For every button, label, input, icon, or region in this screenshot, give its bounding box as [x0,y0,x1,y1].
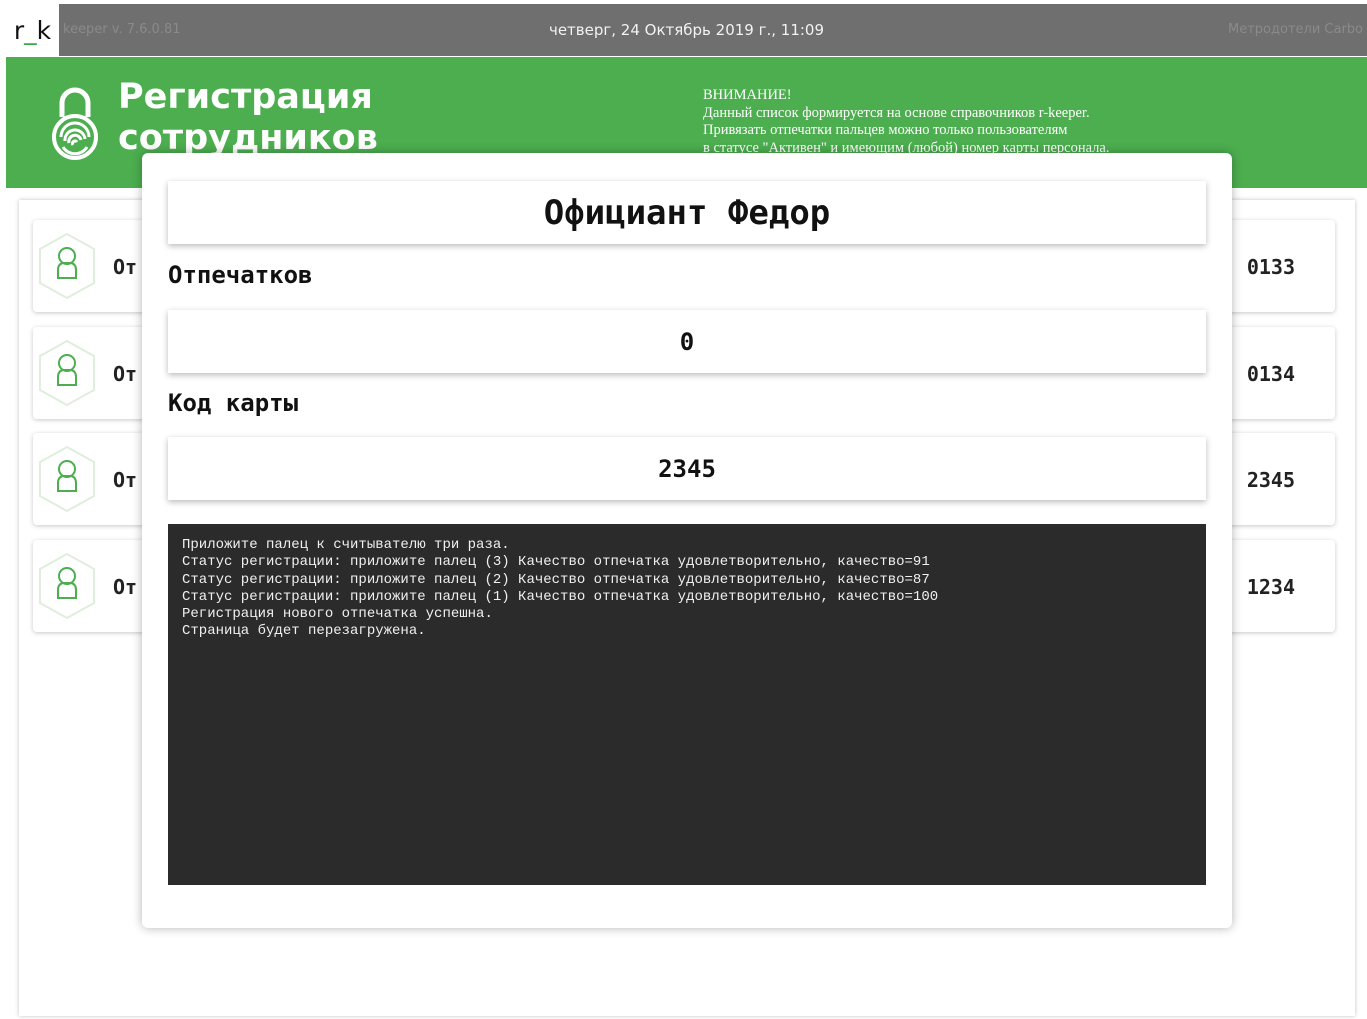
current-datetime: четверг, 24 Октябрь 2019 г., 11:09 [548,21,825,39]
employee-name: От [113,255,138,279]
employee-card-code: 1234 [1246,575,1295,599]
page-title: Регистрация сотрудников [118,77,378,158]
log-line: Страница будет перезагружена. [182,623,426,640]
registration-log-console: Приложите палец к считывателю три раза. … [168,524,1206,885]
employee-name: От [113,468,138,492]
fingerprint-lock-icon [52,87,98,160]
current-user: Метродотели Carbo [1228,22,1363,37]
user-icon [39,445,95,513]
employee-name-field: Официант Федор [168,181,1206,244]
employee-card-code: 0133 [1246,255,1295,279]
employee-name: От [113,362,138,386]
log-line: Статус регистрации: приложите палец (3) … [182,554,930,571]
notice-text: ВНИМАНИЕ! Данный список формируется на о… [703,87,1110,156]
employee-card-code: 0134 [1246,362,1295,386]
card-code-field: 2345 [168,437,1206,500]
card-code-label: Код карты [168,389,299,417]
employee-name: От [113,575,138,599]
log-line: Регистрация нового отпечатка успешна. [182,606,493,623]
fingerprint-registration-dialog: Официант Федор Отпечатков 0 Код карты 23… [142,153,1232,928]
user-icon [39,339,95,407]
fingerprints-count-field: 0 [168,310,1206,373]
fingerprints-label: Отпечатков [168,261,313,289]
log-line: Статус регистрации: приложите палец (1) … [182,588,939,605]
log-line: Приложите палец к считывателю три раза. [182,537,510,553]
employee-card-code: 2345 [1246,468,1295,492]
top-bar: r _ k keeper v. 7.6.0.81 четверг, 24 Октяб… [6,4,1367,56]
user-icon [39,552,95,620]
user-icon [39,232,95,300]
log-line: Статус регистрации: приложите палец (2) … [182,571,930,588]
